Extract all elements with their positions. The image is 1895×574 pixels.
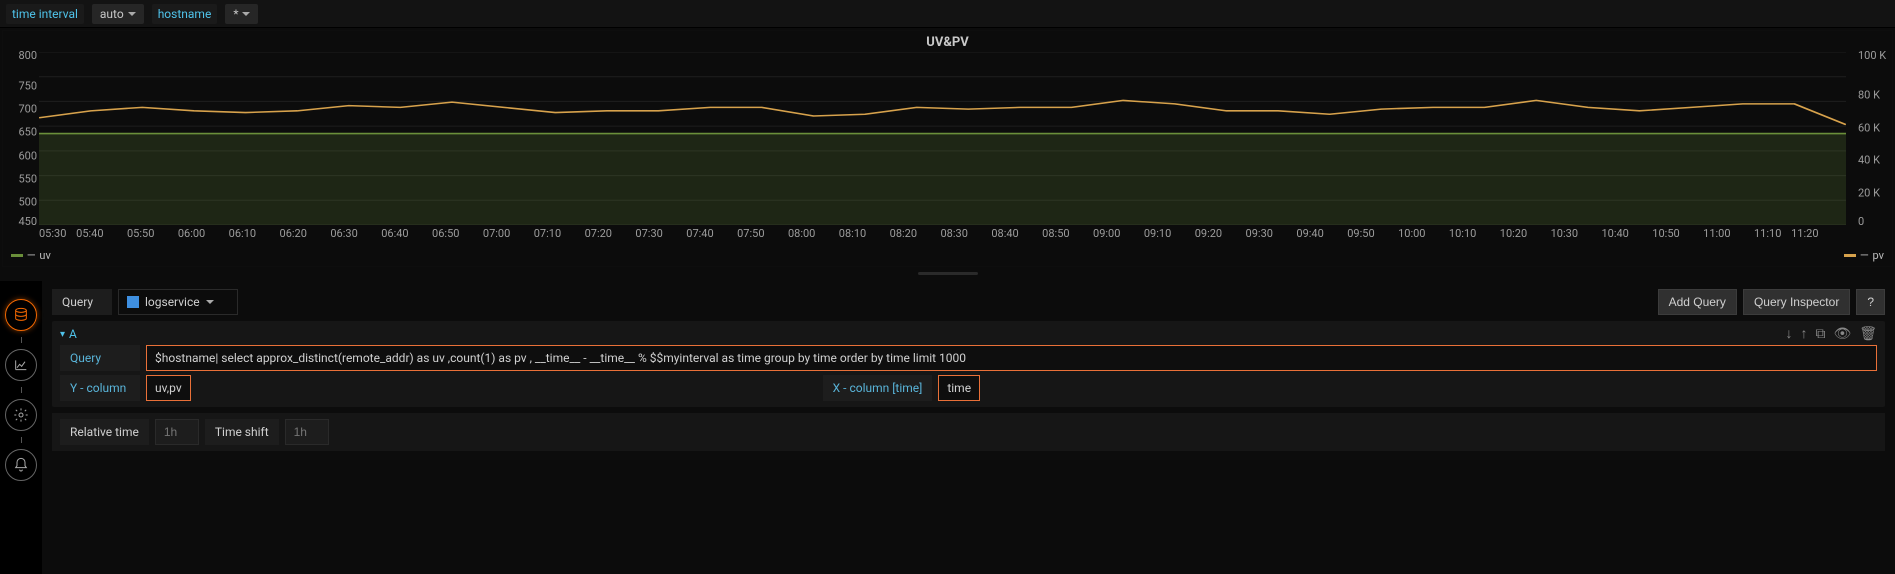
legend-item-uv[interactable]: — uv (11, 249, 51, 262)
legend-label: pv (1873, 249, 1884, 262)
collapse-icon: ▾ (60, 329, 65, 340)
query-actions: ↓ ↑ ⧉ 👁 🗑 (1785, 327, 1877, 341)
x-axis: 05:3005:4005:5006:0006:1006:2006:3006:40… (39, 227, 1846, 247)
field-label-y: Y - column (60, 375, 140, 401)
graph-panel: UV&PV 800750700650600550500450 100 K80 K… (2, 30, 1893, 267)
tab-axes[interactable] (5, 349, 37, 381)
query-inspector-button[interactable]: Query Inspector (1743, 289, 1850, 315)
database-icon (13, 307, 29, 323)
duplicate-icon[interactable]: ⧉ (1815, 327, 1825, 341)
time-shift-input[interactable] (285, 419, 329, 445)
chevron-down-icon (242, 12, 250, 16)
resize-handle[interactable] (0, 269, 1895, 277)
query-input[interactable]: $hostname| select approx_distinct(remote… (146, 345, 1877, 371)
tab-alert[interactable] (5, 449, 37, 481)
y-column-input[interactable]: uv,pv (146, 375, 191, 401)
legend-swatch-uv (11, 254, 23, 257)
relative-time-input[interactable] (155, 419, 199, 445)
legend-item-pv[interactable]: — pv (1844, 249, 1884, 262)
var-select-time-interval[interactable]: auto (92, 4, 144, 24)
toggle-visibility-icon[interactable]: 👁 (1833, 327, 1851, 341)
editor-tabs (0, 281, 42, 574)
chevron-down-icon (128, 12, 136, 16)
columns-row: Y - column uv,pv X - column [time] time (60, 375, 1877, 401)
var-label-hostname: hostname (152, 4, 218, 24)
panel-editor: Query logservice Add Query Query Inspect… (0, 281, 1895, 574)
var-select-hostname[interactable]: * (225, 4, 258, 24)
template-var-row: time interval auto hostname * (0, 0, 1895, 28)
chart[interactable]: 800750700650600550500450 100 K80 K60 K40… (9, 52, 1886, 247)
gear-icon (13, 407, 29, 423)
datasource-name: logservice (145, 295, 200, 309)
legend-label: uv (39, 249, 50, 262)
y-axis-left: 800750700650600550500450 (1, 52, 41, 225)
editor-body: Query logservice Add Query Query Inspect… (42, 281, 1895, 574)
help-button[interactable]: ? (1856, 289, 1885, 315)
chart-icon (13, 357, 29, 373)
move-down-icon[interactable]: ↓ (1785, 327, 1792, 341)
bell-icon (13, 457, 29, 473)
datasource-select[interactable]: logservice (118, 289, 238, 315)
field-label-query: Query (60, 345, 140, 371)
tab-metrics[interactable] (5, 299, 37, 331)
query-letter: A (69, 327, 77, 341)
var-label-time-interval: time interval (6, 4, 84, 24)
y-axis-right: 100 K80 K60 K40 K20 K0 (1854, 52, 1894, 225)
legend: — uv — pv (3, 247, 1892, 266)
tab-general[interactable] (5, 399, 37, 431)
query-a-block: ▾ A ↓ ↑ ⧉ 👁 🗑 Query $hostname| select ap… (52, 321, 1885, 407)
legend-swatch-pv (1844, 254, 1856, 257)
var-value-text: * (233, 7, 238, 21)
graph-svg (39, 52, 1846, 225)
query-text-row: Query $hostname| select approx_distinct(… (60, 345, 1877, 371)
datasource-color-icon (127, 296, 139, 308)
plot-area[interactable] (39, 52, 1846, 225)
query-header[interactable]: ▾ A ↓ ↑ ⧉ 👁 🗑 (60, 327, 1877, 341)
query-label: Query (52, 289, 112, 315)
time-shift-label: Time shift (205, 419, 279, 445)
delete-icon[interactable]: 🗑 (1859, 327, 1877, 341)
datasource-row: Query logservice Add Query Query Inspect… (52, 289, 1885, 315)
x-column-input[interactable]: time (938, 375, 980, 401)
field-label-x: X - column [time] (823, 375, 933, 401)
panel-title[interactable]: UV&PV (3, 31, 1892, 52)
chevron-down-icon (206, 300, 214, 304)
relative-time-label: Relative time (60, 419, 149, 445)
time-options-row: Relative time Time shift (52, 413, 1885, 451)
move-up-icon[interactable]: ↑ (1800, 327, 1807, 341)
add-query-button[interactable]: Add Query (1658, 289, 1737, 315)
var-value-text: auto (100, 7, 124, 21)
